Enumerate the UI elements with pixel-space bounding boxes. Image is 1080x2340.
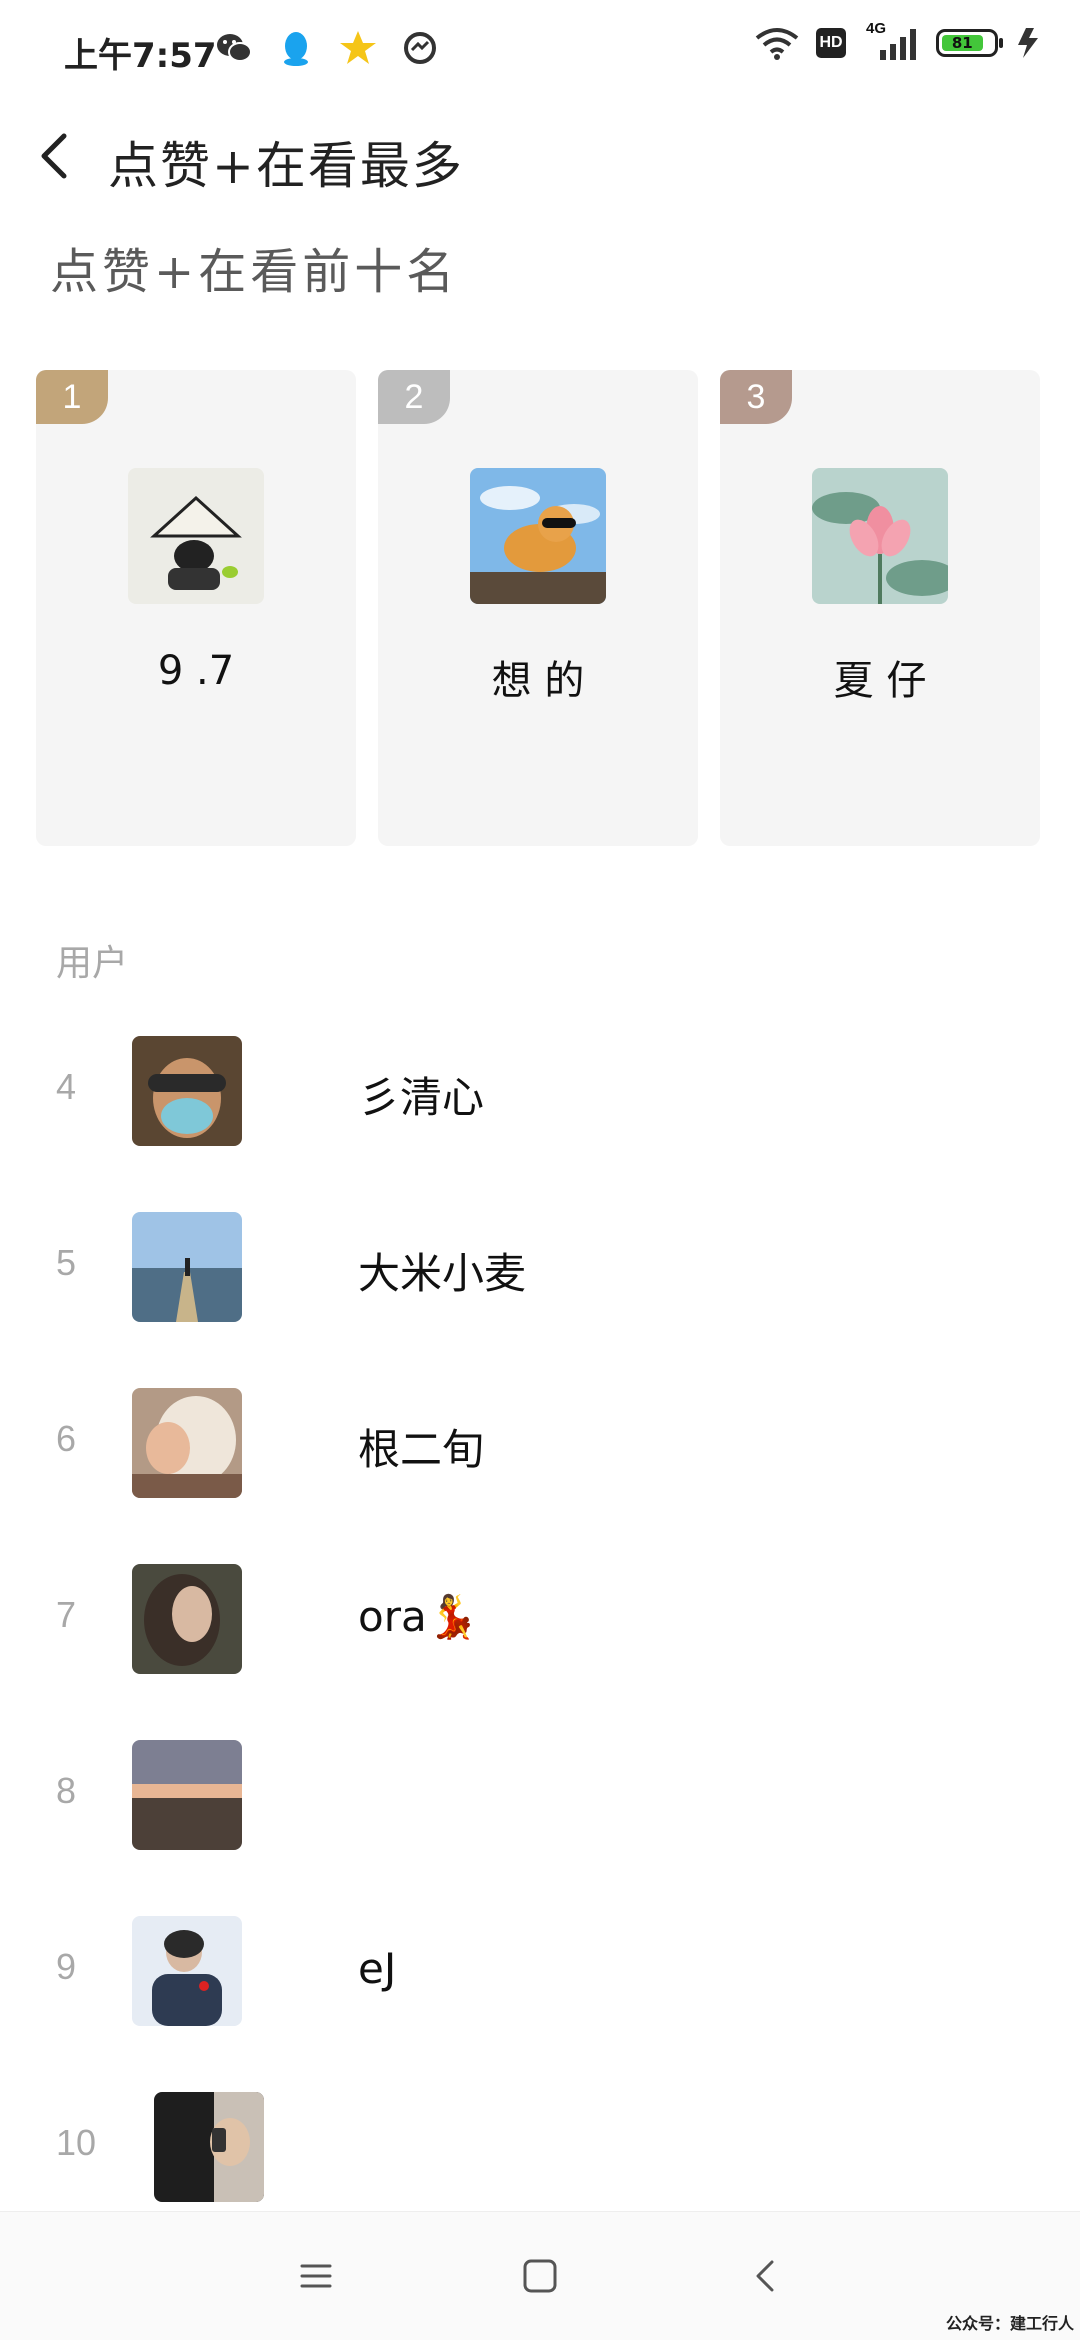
chat-bubble-icon xyxy=(404,32,436,64)
rank-number: 9 xyxy=(56,1946,77,1987)
avatar xyxy=(154,2092,264,2202)
user-name: 彡清心 xyxy=(358,1073,485,1122)
avatar xyxy=(470,468,606,604)
hd-icon: HD xyxy=(816,28,846,58)
podium: 1 9 .7 2 想 的 3 夏 仔 xyxy=(36,370,1046,846)
signal-icon: 4G xyxy=(862,20,920,60)
menu-icon[interactable] xyxy=(286,2246,346,2306)
avatar xyxy=(132,1212,242,1322)
users-section-label: 用户 xyxy=(56,943,129,984)
list-item[interactable]: 4 彡清心 xyxy=(0,1028,1080,1148)
podium-card-2[interactable]: 2 想 的 xyxy=(378,370,698,846)
avatar xyxy=(132,1036,242,1146)
list-item[interactable]: 5 大米小麦 xyxy=(0,1204,1080,1324)
user-name: ora💃 xyxy=(358,1592,479,1641)
notification-icons xyxy=(214,28,440,68)
avatar xyxy=(132,1916,242,2026)
user-name: eJ xyxy=(358,1944,397,1993)
list-item[interactable]: 6 根二旬 xyxy=(0,1380,1080,1500)
watermark: 公众号：建工行人 xyxy=(945,2314,1074,2333)
podium-name: 夏 仔 xyxy=(833,658,927,704)
list-item[interactable]: 8 xyxy=(0,1732,1080,1852)
home-icon[interactable] xyxy=(510,2246,570,2306)
rank-number: 7 xyxy=(56,1594,77,1635)
podium-card-1[interactable]: 1 9 .7 xyxy=(36,370,356,846)
podium-card-3[interactable]: 3 夏 仔 xyxy=(720,370,1040,846)
status-time: 上午7:57 xyxy=(64,36,217,76)
status-right: HD 4G 81 xyxy=(754,20,1044,60)
rank-number: 10 xyxy=(56,2122,97,2163)
system-nav-bar: 公众号：建工行人 xyxy=(0,2211,1080,2340)
wechat-icon xyxy=(217,34,252,62)
avatar xyxy=(132,1564,242,1674)
rank-badge: 3 xyxy=(720,370,792,424)
rank-number: 5 xyxy=(56,1242,77,1283)
wifi-icon xyxy=(755,28,799,60)
list-item[interactable]: 10 xyxy=(0,2084,1080,2204)
list-item[interactable]: 7 ora💃 xyxy=(0,1556,1080,1676)
rank-badge: 1 xyxy=(36,370,108,424)
podium-name: 9 .7 xyxy=(157,648,235,694)
user-name: 大米小麦 xyxy=(358,1249,527,1298)
rank-number: 6 xyxy=(56,1418,77,1459)
rank-number: 8 xyxy=(56,1770,77,1811)
battery-level: 81 xyxy=(942,34,983,52)
rank-number: 4 xyxy=(56,1066,77,1107)
back-arrow-icon[interactable] xyxy=(30,130,82,182)
podium-name: 想 的 xyxy=(491,658,585,704)
rank-badge: 2 xyxy=(378,370,450,424)
avatar xyxy=(132,1388,242,1498)
status-bar: 上午7:57 HD 4G 81 xyxy=(0,0,1080,100)
back-icon[interactable] xyxy=(736,2246,796,2306)
star-badge-icon xyxy=(340,31,376,64)
battery-icon: 81 xyxy=(936,29,1003,57)
avatar xyxy=(132,1740,242,1850)
qq-icon xyxy=(284,32,308,66)
list-item[interactable]: 9 eJ xyxy=(0,1908,1080,2028)
section-title: 点赞+在看前十名 xyxy=(50,244,459,300)
avatar xyxy=(128,468,264,604)
app-header: 点赞+在看最多 xyxy=(0,110,1080,202)
user-name: 根二旬 xyxy=(358,1425,485,1474)
avatar xyxy=(812,468,948,604)
charging-icon xyxy=(1018,28,1038,58)
page-title: 点赞+在看最多 xyxy=(108,137,464,195)
